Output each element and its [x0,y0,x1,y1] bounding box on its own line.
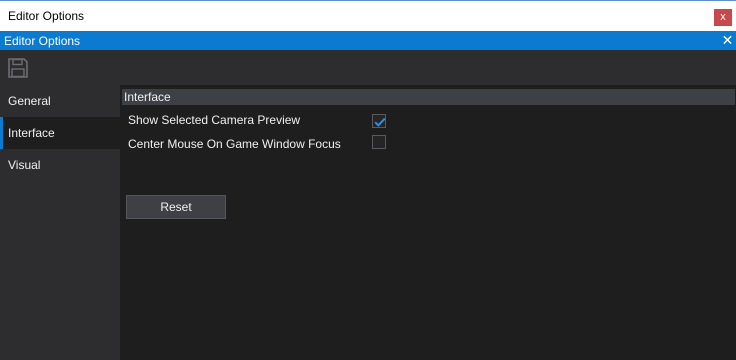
checkmark-icon [374,117,386,127]
center-mouse-checkbox[interactable] [372,135,386,149]
toolbar [0,50,736,85]
center-mouse-label: Center Mouse On Game Window Focus [128,137,341,151]
sidebar: General Interface Visual [0,85,120,360]
sidebar-item-label: Visual [8,158,41,172]
group-title: Interface [124,90,171,104]
panel-title: Editor Options [4,34,81,48]
reset-button[interactable]: Reset [126,195,226,219]
sidebar-item-label: Interface [8,126,55,140]
editor-options-window: Editor Options x Editor Options ✕ Genera… [0,0,736,360]
sidebar-item-label: General [8,94,51,108]
show-camera-preview-label: Show Selected Camera Preview [128,113,301,127]
group-header: Interface [122,89,735,105]
window-title: Editor Options [8,9,85,23]
panel-close-icon[interactable]: ✕ [721,33,734,48]
save-icon[interactable] [7,57,29,79]
show-camera-preview-checkbox[interactable] [372,114,386,128]
panel-header: Editor Options ✕ [0,31,736,50]
window-close-button[interactable]: x [714,9,732,26]
sidebar-item-visual[interactable]: Visual [0,149,120,181]
window-title-bar: Editor Options x [0,0,736,31]
sidebar-item-interface[interactable]: Interface [0,117,120,149]
sidebar-item-general[interactable]: General [0,85,120,117]
content-panel: Interface Show Selected Camera Preview C… [120,85,736,360]
